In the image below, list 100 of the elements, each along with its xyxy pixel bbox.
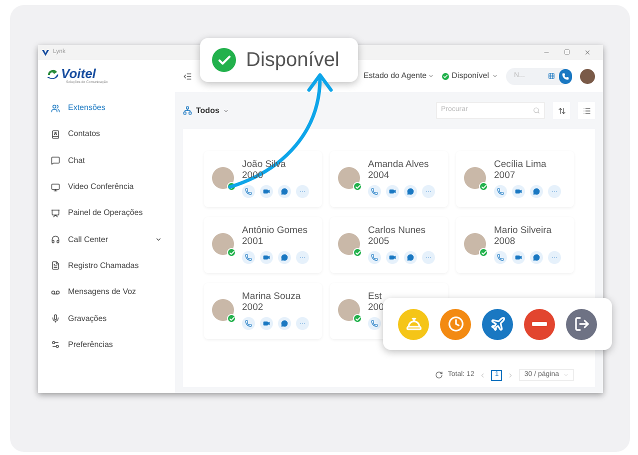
- dialpad-icon[interactable]: [548, 72, 555, 80]
- extension-card[interactable]: Antônio Gomes 2001: [204, 217, 322, 273]
- video-camera-icon: [515, 188, 522, 195]
- busy-status-button[interactable]: [524, 308, 555, 340]
- check-icon: [442, 72, 449, 80]
- video-camera-icon: [263, 320, 270, 327]
- video-button[interactable]: [512, 251, 525, 264]
- extension-card[interactable]: Marina Souza 2002: [204, 283, 322, 339]
- sidebar-item[interactable]: Call Center: [38, 226, 175, 253]
- sidebar-item[interactable]: Contatos: [38, 121, 175, 148]
- list-view-button[interactable]: [578, 102, 595, 119]
- video-button[interactable]: [260, 317, 273, 330]
- sidebar-label: Painel de Operações: [68, 207, 143, 220]
- monitor-icon: [51, 182, 60, 192]
- chat-button[interactable]: [404, 251, 417, 264]
- more-icon: [299, 254, 306, 261]
- clock-status-button[interactable]: [440, 308, 471, 340]
- maximize-icon[interactable]: [564, 49, 570, 55]
- check-icon: [212, 48, 236, 72]
- phone-icon: [371, 188, 378, 195]
- sidebar-item[interactable]: Chat: [38, 148, 175, 174]
- call-button[interactable]: [368, 185, 381, 198]
- list-icon: [582, 106, 590, 114]
- chat-bubble-icon: [281, 254, 288, 261]
- call-button[interactable]: [242, 317, 255, 330]
- logout-status-button[interactable]: [566, 308, 597, 340]
- extension-number: 2008: [494, 236, 516, 247]
- video-button[interactable]: [512, 185, 525, 198]
- collapse-menu-icon[interactable]: [183, 72, 192, 80]
- close-icon[interactable]: [584, 49, 591, 56]
- sidebar-item[interactable]: Extensões: [38, 95, 175, 122]
- microphone-icon: [51, 314, 60, 324]
- sidebar-item[interactable]: Gravações: [38, 305, 175, 332]
- chat-button[interactable]: [404, 185, 417, 198]
- callout-status: Disponível: [246, 48, 340, 73]
- extension-name: Est: [368, 291, 383, 302]
- agent-state-dropdown[interactable]: Estado do Agente: [363, 70, 434, 82]
- more-icon: [425, 254, 432, 261]
- video-button[interactable]: [260, 185, 273, 198]
- refresh-icon[interactable]: [434, 371, 443, 379]
- extension-number: 2007: [494, 170, 516, 181]
- phone-icon: [245, 320, 252, 327]
- video-button[interactable]: [386, 251, 399, 264]
- sidebar-label: Call Center: [68, 234, 108, 246]
- video-camera-icon: [389, 254, 396, 261]
- avatar: [338, 167, 360, 189]
- users-icon: [51, 104, 60, 113]
- extension-card[interactable]: Mario Silveira 2008: [456, 217, 574, 273]
- phone-icon: [245, 254, 252, 261]
- call-button[interactable]: [242, 185, 255, 198]
- user-avatar[interactable]: [580, 68, 595, 84]
- extension-card[interactable]: Amanda Alves 2004: [330, 151, 448, 207]
- extension-name: Cecília Lima: [494, 159, 548, 170]
- sidebar-label: Preferências: [68, 338, 113, 351]
- avatar: [212, 167, 234, 189]
- call-button[interactable]: [494, 251, 507, 264]
- call-button[interactable]: [494, 185, 507, 198]
- more-icon: [551, 188, 558, 195]
- sort-button[interactable]: [553, 102, 570, 119]
- more-icon: [551, 254, 558, 261]
- phone-icon: [562, 72, 569, 80]
- sidebar-label: Gravações: [68, 312, 107, 325]
- presentation-icon: [51, 208, 60, 218]
- sidebar-item[interactable]: Video Conferência: [38, 174, 175, 200]
- phone-icon: [371, 320, 378, 327]
- logout-icon: [574, 316, 590, 332]
- plane-status-button[interactable]: [482, 308, 513, 340]
- chat-button[interactable]: [278, 185, 291, 198]
- sidebar-item[interactable]: Preferências: [38, 332, 175, 358]
- video-camera-icon: [389, 188, 396, 195]
- document-icon: [51, 261, 60, 270]
- video-button[interactable]: [386, 185, 399, 198]
- phone-icon: [497, 188, 504, 195]
- call-button[interactable]: [368, 251, 381, 264]
- status-dropdown[interactable]: Disponível: [442, 70, 498, 82]
- call-button[interactable]: [558, 68, 572, 84]
- sidebar-label: Video Conferência: [68, 181, 134, 194]
- extension-name: Amanda Alves: [368, 159, 430, 170]
- extension-number: 2001: [242, 236, 264, 247]
- extension-name: Marina Souza: [242, 291, 302, 302]
- video-button[interactable]: [260, 251, 273, 264]
- chat-button[interactable]: [530, 185, 543, 198]
- sidebar-label: Extensões: [68, 102, 106, 114]
- filter-dropdown[interactable]: Todos: [183, 104, 230, 116]
- call-button[interactable]: [368, 317, 381, 330]
- sidebar-item[interactable]: Registro Chamadas: [38, 252, 175, 280]
- extension-name: Antônio Gomes: [242, 225, 308, 236]
- logo-swirl-icon: [46, 68, 59, 80]
- chat-button[interactable]: [278, 317, 291, 330]
- chat-button[interactable]: [278, 251, 291, 264]
- extension-card[interactable]: Carlos Nunes 2005: [330, 217, 448, 273]
- sidebar-item[interactable]: Mensagens de Voz: [38, 279, 175, 306]
- sidebar-item[interactable]: Painel de Operações: [38, 200, 175, 226]
- chat-bubble-icon: [407, 188, 414, 195]
- clock-icon: [448, 316, 464, 332]
- chat-bubble-icon: [533, 254, 540, 261]
- call-button[interactable]: [242, 251, 255, 264]
- sidebar-label: Contatos: [68, 128, 100, 140]
- chat-button[interactable]: [530, 251, 543, 264]
- extension-card[interactable]: Cecília Lima 2007: [456, 151, 574, 207]
